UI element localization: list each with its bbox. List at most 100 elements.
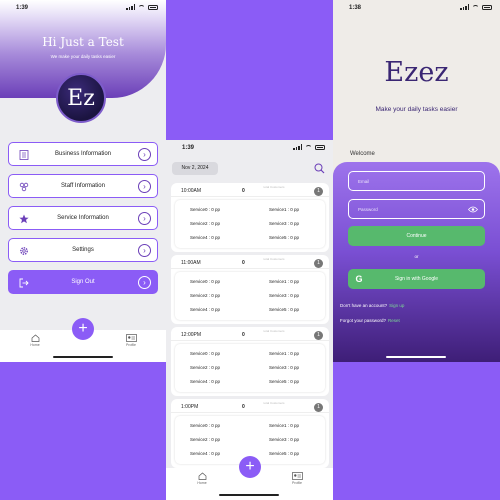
password-input[interactable] [349, 200, 484, 218]
tab-bar: Home + Profile [0, 318, 166, 362]
eye-icon[interactable] [468, 206, 478, 213]
services-panel: Service0 : 0 pp Service1 : 0 pp Service2… [175, 344, 325, 392]
home-indicator [219, 493, 279, 496]
google-sign-in-button[interactable]: G Sign in with Google [348, 269, 485, 289]
tab-profile[interactable]: Profile [285, 472, 309, 485]
continue-button[interactable]: Continue [348, 226, 485, 246]
slot-caption: total Customers [263, 257, 285, 261]
email-input[interactable] [349, 172, 484, 190]
slot-time: 10:00AM [181, 188, 202, 194]
tab-label: Profile [292, 481, 302, 485]
slot-count: 0 [242, 188, 245, 194]
battery-icon [482, 4, 492, 10]
time-slot-card[interactable]: 12:00PM 0 total Customers 1 Service0 : 0… [171, 327, 329, 396]
home-indicator [386, 355, 446, 358]
chevron-right-icon: › [138, 180, 151, 193]
status-bar: 1:39 [166, 140, 333, 156]
search-icon[interactable] [314, 163, 325, 174]
service-item: Service5 : 0 pp [269, 235, 300, 240]
add-button[interactable]: + [239, 456, 261, 478]
settings-button[interactable]: Settings › [8, 238, 158, 262]
menu-label: Service Information [57, 214, 109, 221]
tab-profile[interactable]: Profile [119, 334, 143, 347]
service-item: Service4 : 0 pp [190, 451, 221, 456]
service-information-button[interactable]: Service Information › [8, 206, 158, 230]
tagline: Make your daily tasks easier [375, 106, 458, 113]
chevron-right-icon: › [138, 148, 151, 161]
service-item: Service1 : 0 pp [269, 207, 300, 212]
greeting-subtitle: We make your daily tasks easier [50, 54, 116, 59]
status-bar: 1:38 [333, 0, 500, 16]
slot-time: 11:00AM [181, 260, 201, 266]
google-icon: G [355, 274, 363, 284]
tab-home[interactable]: Home [23, 334, 47, 347]
status-time: 1:38 [349, 5, 362, 11]
slot-count: 0 [242, 404, 245, 410]
slot-time: 12:00PM [181, 332, 202, 338]
login-screen: 1:38 Ezez Make your daily tasks easier W… [333, 0, 500, 362]
no-account-text: Don't have an account? [340, 303, 388, 308]
service-item: Service2 : 0 pp [190, 437, 221, 442]
tab-home[interactable]: Home [190, 472, 214, 485]
menu-label: Business Information [54, 150, 112, 157]
business-information-button[interactable]: Business Information › [8, 142, 158, 166]
password-field[interactable] [348, 199, 485, 219]
sign-up-link[interactable]: Sign up [389, 303, 404, 308]
signal-icon [460, 4, 469, 10]
menu-label: Settings [72, 246, 94, 253]
login-panel: Continue or G Sign in with Google Don't … [333, 162, 500, 362]
tab-label: Profile [126, 343, 136, 347]
add-button[interactable]: + [72, 318, 94, 340]
service-item: Service0 : 0 pp [190, 351, 221, 356]
signal-icon [293, 144, 302, 150]
service-item: Service0 : 0 pp [190, 423, 221, 428]
home-screen: 1:39 Hi Just a Test We make your daily t… [0, 0, 166, 362]
service-item: Service1 : 0 pp [269, 279, 300, 284]
chevron-right-icon: › [138, 212, 151, 225]
chevron-right-icon: › [138, 276, 151, 289]
service-item: Service0 : 0 pp [190, 207, 221, 212]
status-time: 1:39 [182, 145, 195, 151]
welcome-label: Welcome [350, 151, 375, 157]
battery-icon [148, 4, 158, 10]
email-field[interactable] [348, 171, 485, 191]
slot-badge: 1 [314, 258, 323, 268]
service-item: Service4 : 0 pp [190, 307, 221, 312]
date-selector[interactable]: Nov 2, 2024 [172, 162, 218, 175]
slot-caption: total Customers [263, 401, 285, 405]
slot-badge: 1 [314, 330, 323, 340]
reset-link[interactable]: Reset [388, 318, 400, 323]
service-item: Service3 : 0 pp [269, 437, 300, 442]
home-icon [31, 334, 39, 342]
status-time: 1:39 [16, 5, 29, 11]
service-item: Service0 : 0 pp [190, 279, 221, 284]
services-panel: Service0 : 0 pp Service1 : 0 pp Service2… [175, 272, 325, 320]
wifi-icon [305, 144, 312, 150]
schedule-screen: 1:39 Nov 2, 2024 10:00AM 0 total Custome… [166, 140, 333, 500]
time-slot-card[interactable]: 11:00AM 0 total Customers 1 Service0 : 0… [171, 255, 329, 324]
home-icon [198, 472, 206, 480]
menu-label: Sign Out [71, 278, 95, 285]
sign-out-button[interactable]: Sign Out › [8, 270, 158, 294]
service-item: Service4 : 0 pp [190, 379, 221, 384]
profile-card-icon [291, 472, 303, 480]
staff-information-button[interactable]: Staff Information › [8, 174, 158, 198]
status-bar: 1:39 [0, 0, 166, 16]
service-item: Service5 : 0 pp [269, 379, 300, 384]
or-divider: or [414, 254, 419, 259]
service-item: Service4 : 0 pp [190, 235, 221, 240]
reset-row: Forgot your password? Reset [340, 318, 400, 323]
forgot-password-text: Forgot your password? [340, 318, 387, 323]
tab-label: Home [30, 343, 40, 347]
service-item: Service2 : 0 pp [190, 293, 221, 298]
time-slot-card[interactable]: 10:00AM 0 total Customers 1 Service0 : 0… [171, 183, 329, 252]
slot-count: 0 [242, 332, 245, 338]
slot-count: 0 [242, 260, 245, 266]
service-item: Service5 : 0 pp [269, 451, 300, 456]
app-logo: Ez [56, 73, 106, 123]
profile-card-icon [125, 334, 137, 342]
google-sign-in-label: Sign in with Google [394, 276, 439, 282]
signal-icon [126, 4, 135, 10]
tab-label: Home [197, 481, 207, 485]
service-item: Service3 : 0 pp [269, 221, 300, 226]
